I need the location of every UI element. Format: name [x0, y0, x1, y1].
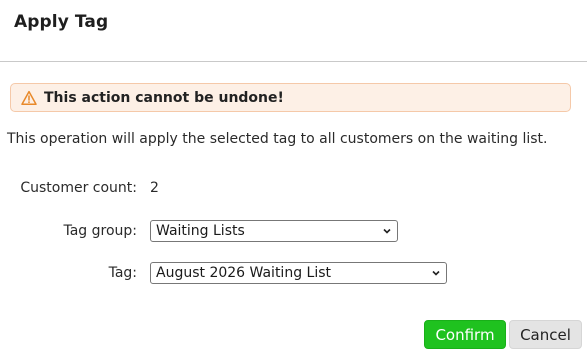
- tag-group-selected-value: Waiting Lists: [156, 223, 245, 239]
- dialog-header: Apply Tag: [0, 0, 587, 62]
- apply-tag-dialog: Apply Tag This action cannot be undone! …: [0, 0, 587, 357]
- operation-description: This operation will apply the selected t…: [7, 131, 548, 147]
- tag-selected-value: August 2026 Waiting List: [156, 265, 331, 281]
- tag-group-label: Tag group:: [63, 223, 137, 239]
- tag-group-select[interactable]: Waiting Lists: [150, 220, 398, 242]
- customer-count-label: Customer count:: [20, 180, 137, 196]
- customer-count-value: 2: [150, 180, 159, 196]
- cancel-button[interactable]: Cancel: [509, 320, 582, 349]
- tag-select[interactable]: August 2026 Waiting List: [150, 262, 447, 284]
- warning-banner: This action cannot be undone!: [10, 83, 571, 112]
- chevron-down-icon: [383, 228, 391, 234]
- tag-label: Tag:: [108, 265, 137, 281]
- warning-triangle-icon: [21, 90, 37, 106]
- warning-text: This action cannot be undone!: [44, 89, 284, 106]
- dialog-title: Apply Tag: [14, 12, 109, 32]
- confirm-button[interactable]: Confirm: [424, 320, 506, 349]
- chevron-down-icon: [432, 270, 440, 276]
